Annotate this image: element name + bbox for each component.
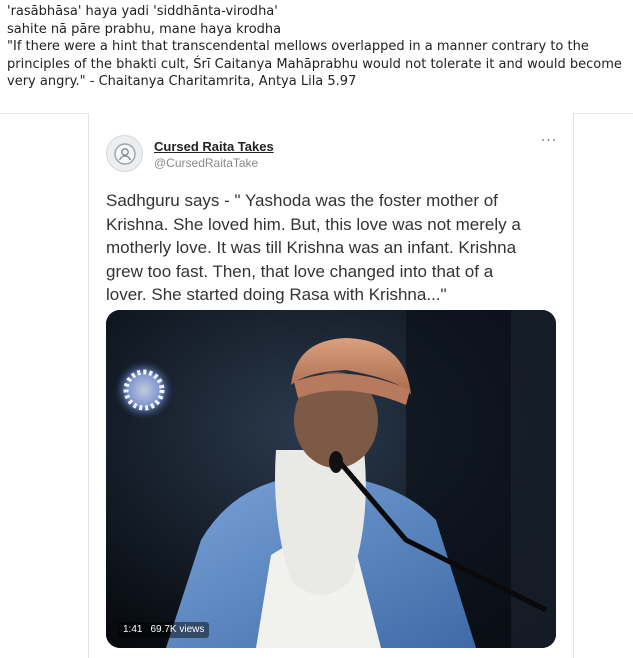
tweet-text-line: Sadhguru says - " Yashoda was the foster…	[106, 191, 498, 210]
avatar-icon	[113, 142, 136, 165]
more-options-icon[interactable]: ···	[539, 133, 559, 149]
author-name-link[interactable]: Cursed Raita Takes	[154, 139, 274, 154]
tweet-text-line: motherly love. It was till Krishna was a…	[106, 238, 517, 257]
author-handle[interactable]: @CursedRaitaTake	[154, 156, 258, 170]
caption-line: 'rasābhāsa' haya yadi 'siddhānta-virodha…	[7, 4, 278, 19]
video-stats-badge: 1:41 69.7K views	[118, 622, 210, 638]
tweet-text: Sadhguru says - " Yashoda was the foster…	[106, 189, 562, 307]
video-views: 69.7K views	[150, 624, 205, 635]
caption-line: sahite nā pāre prabhu, mane haya krodha	[7, 21, 282, 37]
embedded-tweet-card[interactable]: Cursed Raita Takes @CursedRaitaTake ··· …	[88, 113, 574, 658]
video-thumbnail	[106, 310, 556, 648]
caption-line: "If there were a hint that transcendenta…	[7, 39, 589, 54]
video-duration: 1:41	[123, 624, 143, 635]
caption-line: principles of the bhakti cult, Śrī Caita…	[7, 56, 622, 72]
avatar[interactable]	[106, 135, 143, 172]
tweet-text-line: Krishna. She loved him. But, this love w…	[106, 214, 521, 234]
tweet-text-line: grew too fast. Then, that love changed i…	[106, 261, 494, 281]
post-caption: 'rasābhāsa' haya yadi 'siddhānta-virodha…	[7, 3, 629, 91]
tweet-text-line: lover. She started doing Rasa with Krish…	[106, 285, 447, 304]
caption-line: very angry." - Chaitanya Charitamrita, A…	[7, 74, 357, 89]
video-player[interactable]: 1:41 69.7K views	[106, 310, 556, 648]
